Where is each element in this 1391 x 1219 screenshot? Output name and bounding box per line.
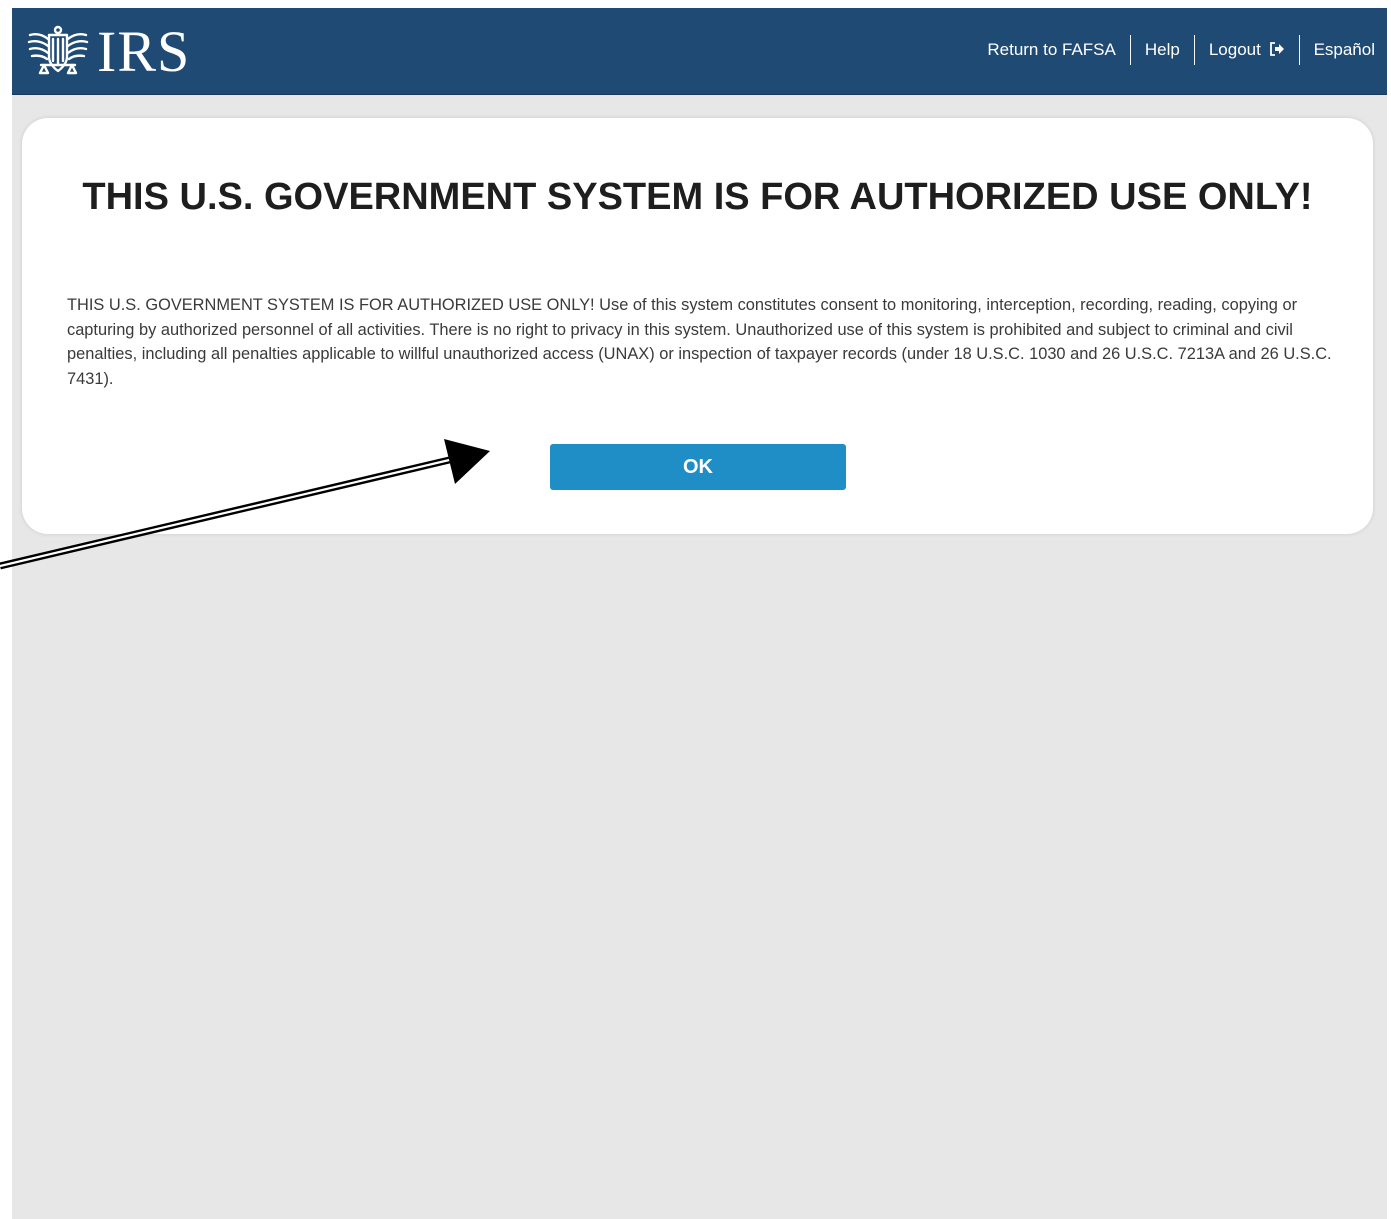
- irs-page: IRS Return to FAFSA Help Logout Español: [12, 8, 1387, 1219]
- logout-link[interactable]: Logout: [1209, 40, 1285, 60]
- screenshot: IRS Return to FAFSA Help Logout Español: [0, 0, 1391, 1219]
- logout-icon: [1269, 42, 1284, 56]
- help-link[interactable]: Help: [1145, 40, 1180, 60]
- authorized-use-notice: THIS U.S. GOVERNMENT SYSTEM IS FOR AUTHO…: [22, 118, 1373, 534]
- notice-body: THIS U.S. GOVERNMENT SYSTEM IS FOR AUTHO…: [67, 296, 1332, 388]
- irs-eagle-icon: [27, 25, 89, 75]
- irs-logo[interactable]: IRS: [27, 22, 190, 82]
- nav-divider: [1193, 35, 1195, 65]
- espanol-link[interactable]: Español: [1314, 40, 1375, 60]
- logo-text: IRS: [97, 19, 191, 84]
- nav-divider: [1129, 35, 1131, 65]
- ok-button[interactable]: OK: [550, 444, 846, 490]
- notice-title: THIS U.S. GOVERNMENT SYSTEM IS FOR AUTHO…: [82, 176, 1313, 218]
- top-navigation: Return to FAFSA Help Logout Español: [987, 35, 1375, 65]
- return-to-fafsa-link[interactable]: Return to FAFSA: [987, 40, 1116, 60]
- header-bar: IRS Return to FAFSA Help Logout Español: [12, 8, 1387, 95]
- nav-divider: [1298, 35, 1300, 65]
- logout-label: Logout: [1208, 40, 1261, 59]
